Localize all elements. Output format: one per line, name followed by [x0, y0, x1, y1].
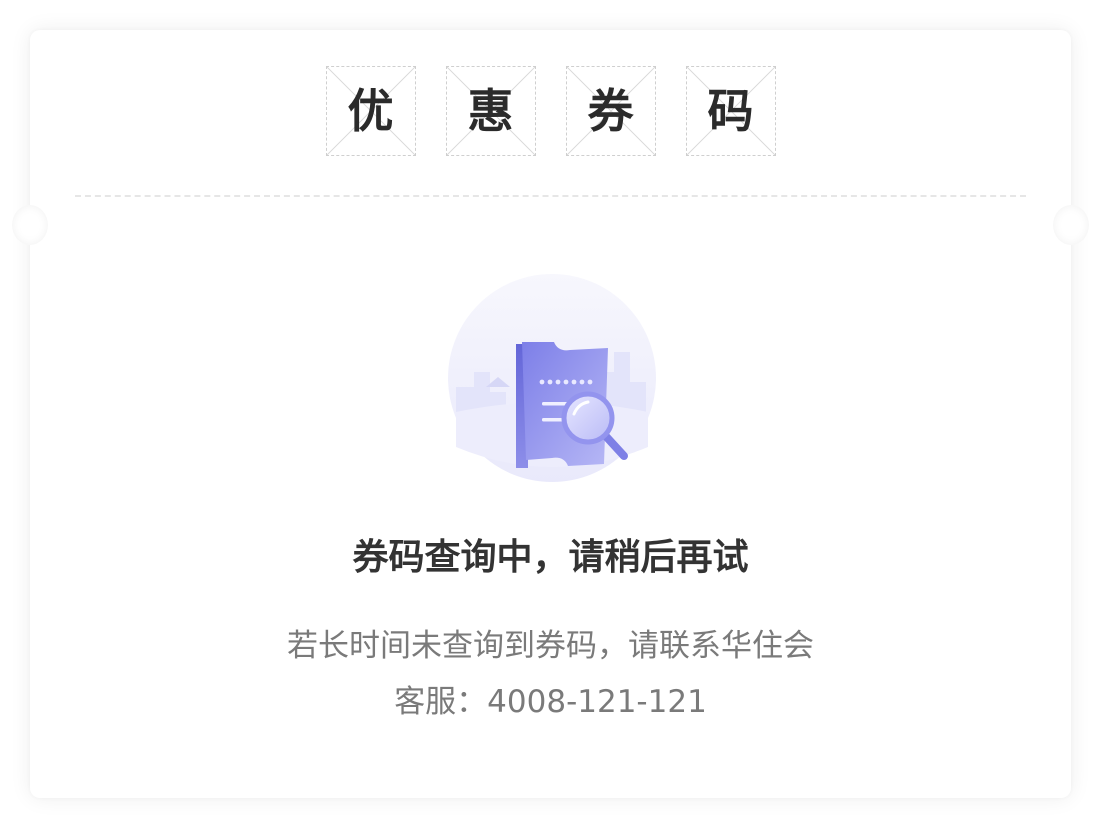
status-description: 若长时间未查询到券码，请联系华住会 客服：4008-121-121 — [30, 618, 1071, 730]
status-desc-line2: 客服：4008-121-121 — [394, 684, 707, 720]
ticket-notch-right — [1053, 205, 1089, 245]
title-char-box: 惠 — [445, 66, 536, 156]
title-char: 码 — [707, 84, 754, 138]
title-char: 惠 — [467, 84, 514, 138]
coupon-search-icon — [448, 274, 656, 482]
status-headline: 券码查询中，请稍后再试 — [352, 537, 749, 578]
coupon-card: 优 惠 券 码 券码查询中，请稍后再试 若长时间未查询到券码，请联系华住会 客服… — [12, 30, 1089, 798]
title-char-box: 优 — [325, 66, 416, 156]
title-char: 券 — [587, 84, 634, 138]
page-title: 优 惠 券 码 — [30, 66, 1071, 156]
title-char-box: 码 — [685, 66, 776, 156]
ticket-notch-left — [12, 205, 48, 245]
dashed-divider — [75, 195, 1026, 197]
status-desc-line1: 若长时间未查询到券码，请联系华住会 — [287, 628, 814, 664]
title-char: 优 — [347, 84, 394, 138]
title-char-box: 券 — [565, 66, 656, 156]
